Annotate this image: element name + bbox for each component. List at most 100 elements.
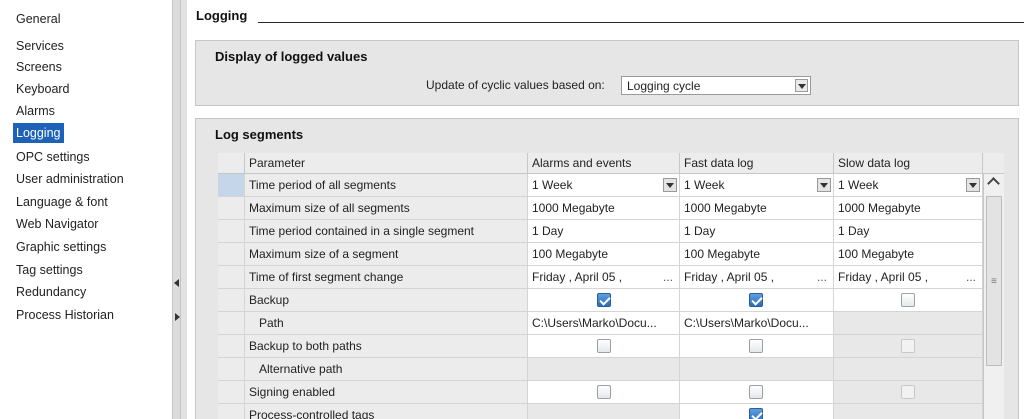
- checkbox-icon[interactable]: [597, 293, 611, 307]
- sidebar-item-screens[interactable]: Screens: [16, 57, 62, 77]
- row-header[interactable]: [218, 289, 245, 312]
- sidebar-item-keyboard[interactable]: Keyboard: [16, 79, 70, 99]
- row-header[interactable]: [218, 220, 245, 243]
- param-label: Maximum size of a segment: [245, 243, 528, 266]
- cell-alarms-events: [528, 381, 680, 404]
- cell-fast-data-log: [680, 358, 834, 381]
- table-row: Signing enabled: [218, 381, 1004, 404]
- param-label: Time period contained in a single segmen…: [245, 220, 528, 243]
- sidebar-item-general[interactable]: General: [16, 9, 60, 29]
- chevron-down-icon[interactable]: [795, 79, 808, 92]
- param-label: Maximum size of all segments: [245, 197, 528, 220]
- update-cyclic-value: Logging cycle: [627, 79, 701, 93]
- panel-splitter[interactable]: [172, 0, 181, 419]
- cell-value: Friday , April 05 ,: [684, 270, 775, 284]
- row-header[interactable]: [218, 358, 245, 381]
- cell-value: Friday , April 05 ,: [838, 270, 929, 284]
- row-header[interactable]: [218, 404, 245, 419]
- scroll-thumb[interactable]: ≡: [986, 196, 1002, 366]
- cell-slow-data-log: [834, 358, 983, 381]
- ellipsis-button[interactable]: ...: [817, 266, 827, 288]
- row-header[interactable]: [218, 312, 245, 335]
- table-row: Time period contained in a single segmen…: [218, 220, 1004, 243]
- cell-fast-data-log[interactable]: 100 Megabyte: [680, 243, 834, 266]
- row-header[interactable]: [218, 197, 245, 220]
- checkbox-icon[interactable]: [901, 293, 915, 307]
- sidebar-item-redundancy[interactable]: Redundancy: [16, 282, 86, 302]
- header-corner: [218, 153, 245, 174]
- table-scrollbar[interactable]: ≡: [983, 174, 1004, 419]
- collapse-left-icon[interactable]: [174, 279, 179, 287]
- section-title-logging: Logging: [196, 8, 248, 23]
- cell-alarms-events[interactable]: 100 Megabyte: [528, 243, 680, 266]
- table-row: Backup to both paths: [218, 335, 1004, 358]
- cell-slow-data-log[interactable]: 1000 Megabyte: [834, 197, 983, 220]
- cell-alarms-events[interactable]: Friday , April 05 ,...: [528, 266, 680, 289]
- cell-slow-data-log[interactable]: Friday , April 05 ,...: [834, 266, 983, 289]
- sidebar-item-language-font[interactable]: Language & font: [16, 192, 108, 212]
- row-header[interactable]: [218, 243, 245, 266]
- sidebar-item-opc-settings[interactable]: OPC settings: [16, 147, 90, 167]
- column-header-fast-data-log[interactable]: Fast data log: [680, 153, 834, 174]
- section-divider: [258, 22, 1024, 23]
- table-row: Time period of all segments 1 Week 1 Wee…: [218, 174, 1004, 197]
- expand-right-icon[interactable]: [175, 313, 180, 321]
- sidebar-item-alarms[interactable]: Alarms: [16, 101, 55, 121]
- chevron-down-icon[interactable]: [966, 178, 980, 192]
- sidebar-item-graphic-settings[interactable]: Graphic settings: [16, 237, 106, 257]
- checkbox-icon[interactable]: [597, 339, 611, 353]
- param-label: Path: [245, 312, 528, 335]
- row-header[interactable]: [218, 174, 245, 197]
- column-header-alarms-events[interactable]: Alarms and events: [528, 153, 680, 174]
- cell-fast-data-log[interactable]: 1 Day: [680, 220, 834, 243]
- group-title-display: Display of logged values: [215, 49, 368, 64]
- chevron-down-icon[interactable]: [663, 178, 677, 192]
- cell-alarms-events[interactable]: 1 Day: [528, 220, 680, 243]
- checkbox-icon[interactable]: [597, 385, 611, 399]
- cell-value: 1 Week: [838, 178, 879, 192]
- checkbox-icon: [901, 339, 915, 353]
- update-cyclic-dropdown[interactable]: Logging cycle: [621, 76, 811, 95]
- sidebar-item-logging[interactable]: Logging: [13, 123, 64, 143]
- param-label: Time period of all segments: [245, 174, 528, 197]
- param-label: Backup to both paths: [245, 335, 528, 358]
- row-header[interactable]: [218, 381, 245, 404]
- cell-slow-data-log: [834, 335, 983, 358]
- checkbox-icon[interactable]: [749, 385, 763, 399]
- row-header[interactable]: [218, 335, 245, 358]
- param-label: Backup: [245, 289, 528, 312]
- cell-fast-data-log: [680, 404, 834, 419]
- cell-slow-data-log: [834, 289, 983, 312]
- checkbox-icon[interactable]: [749, 339, 763, 353]
- column-header-slow-data-log[interactable]: Slow data log: [834, 153, 983, 174]
- column-header-parameter[interactable]: Parameter: [245, 153, 528, 174]
- cell-fast-data-log: [680, 289, 834, 312]
- cell-slow-data-log[interactable]: 1 Week: [834, 174, 983, 197]
- sidebar-item-user-administration[interactable]: User administration: [16, 169, 124, 189]
- table-row: Maximum size of a segment 100 Megabyte 1…: [218, 243, 1004, 266]
- checkbox-icon[interactable]: [749, 293, 763, 307]
- ellipsis-button[interactable]: ...: [966, 266, 976, 288]
- cell-fast-data-log[interactable]: Friday , April 05 ,...: [680, 266, 834, 289]
- row-header[interactable]: [218, 266, 245, 289]
- cell-value: Friday , April 05 ,: [532, 270, 623, 284]
- cell-alarms-events[interactable]: C:\Users\Marko\Docu...: [528, 312, 680, 335]
- cell-fast-data-log[interactable]: C:\Users\Marko\Docu...: [680, 312, 834, 335]
- cell-alarms-events[interactable]: 1 Week: [528, 174, 680, 197]
- scroll-up-icon[interactable]: [987, 176, 1001, 190]
- chevron-down-icon[interactable]: [817, 178, 831, 192]
- cell-alarms-events[interactable]: 1000 Megabyte: [528, 197, 680, 220]
- cell-value: 1 Week: [684, 178, 725, 192]
- sidebar-item-services[interactable]: Services: [16, 36, 64, 56]
- ellipsis-button[interactable]: ...: [663, 266, 673, 288]
- sidebar-item-process-historian[interactable]: Process Historian: [16, 305, 114, 325]
- sidebar-item-tag-settings[interactable]: Tag settings: [16, 260, 83, 280]
- cell-fast-data-log[interactable]: 1 Week: [680, 174, 834, 197]
- checkbox-icon[interactable]: [749, 408, 763, 419]
- cell-alarms-events: [528, 335, 680, 358]
- table-row: Path C:\Users\Marko\Docu... C:\Users\Mar…: [218, 312, 1004, 335]
- cell-fast-data-log[interactable]: 1000 Megabyte: [680, 197, 834, 220]
- cell-slow-data-log[interactable]: 100 Megabyte: [834, 243, 983, 266]
- cell-slow-data-log[interactable]: 1 Day: [834, 220, 983, 243]
- sidebar-item-web-navigator[interactable]: Web Navigator: [16, 214, 98, 234]
